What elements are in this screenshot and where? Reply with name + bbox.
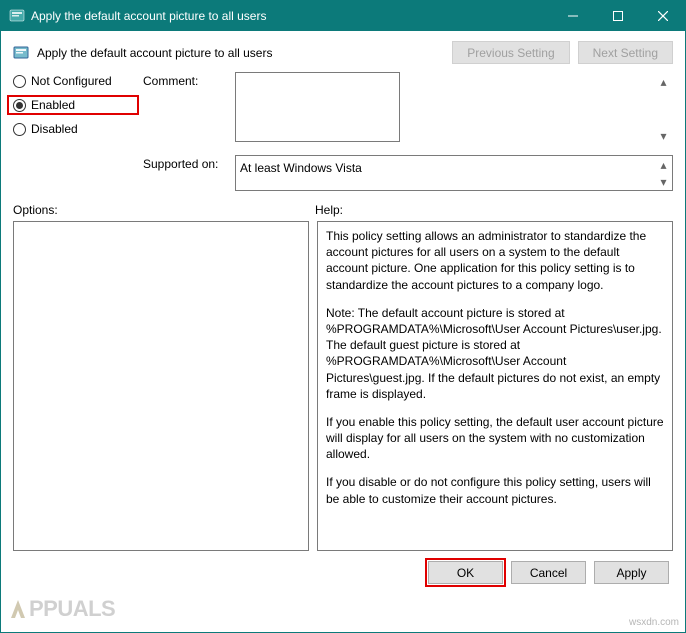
- options-label: Options:: [13, 203, 315, 217]
- state-radio-group: Not Configured Enabled Disabled: [13, 74, 133, 136]
- dialog-footer: OK Cancel Apply: [13, 561, 673, 584]
- next-setting-button[interactable]: Next Setting: [578, 41, 673, 64]
- close-button[interactable]: [640, 1, 685, 31]
- help-paragraph: If you disable or do not configure this …: [326, 474, 664, 506]
- cancel-button[interactable]: Cancel: [511, 561, 586, 584]
- help-paragraph: Note: The default account picture is sto…: [326, 305, 664, 402]
- watermark-logo-icon: [7, 598, 29, 620]
- watermark-text: PPUALS: [29, 596, 115, 622]
- watermark-source: wsxdn.com: [629, 617, 679, 628]
- titlebar: Apply the default account picture to all…: [1, 1, 685, 31]
- help-label: Help:: [315, 203, 343, 217]
- policy-icon: [9, 8, 25, 24]
- radio-label: Disabled: [31, 122, 78, 136]
- help-paragraph: If you enable this policy setting, the d…: [326, 414, 664, 463]
- previous-setting-button[interactable]: Previous Setting: [452, 41, 569, 64]
- radio-enabled[interactable]: Enabled: [7, 95, 139, 115]
- apply-button[interactable]: Apply: [594, 561, 669, 584]
- scroll-down-icon[interactable]: ▾: [656, 174, 671, 189]
- comment-input[interactable]: [235, 72, 400, 142]
- radio-icon: [13, 99, 26, 112]
- policy-title: Apply the default account picture to all…: [37, 46, 272, 60]
- radio-icon: [13, 123, 26, 136]
- radio-not-configured[interactable]: Not Configured: [13, 74, 133, 88]
- radio-icon: [13, 75, 26, 88]
- options-pane: [13, 221, 309, 551]
- window-title: Apply the default account picture to all…: [31, 9, 550, 23]
- help-pane: This policy setting allows an administra…: [317, 221, 673, 551]
- radio-disabled[interactable]: Disabled: [13, 122, 133, 136]
- scroll-down-icon[interactable]: ▾: [656, 128, 671, 143]
- supported-on-text: At least Windows Vista: [235, 155, 673, 191]
- policy-header-icon: [13, 45, 29, 61]
- help-paragraph: This policy setting allows an administra…: [326, 228, 664, 293]
- scroll-up-icon[interactable]: ▴: [656, 157, 671, 172]
- radio-label: Enabled: [31, 98, 75, 112]
- minimize-button[interactable]: [550, 1, 595, 31]
- watermark-brand: PPUALS: [7, 596, 115, 622]
- ok-button[interactable]: OK: [428, 561, 503, 584]
- scroll-up-icon[interactable]: ▴: [656, 74, 671, 89]
- maximize-button[interactable]: [595, 1, 640, 31]
- comment-label: Comment:: [143, 72, 227, 88]
- radio-label: Not Configured: [31, 74, 112, 88]
- policy-header: Apply the default account picture to all…: [13, 41, 673, 64]
- supported-label: Supported on:: [143, 155, 227, 171]
